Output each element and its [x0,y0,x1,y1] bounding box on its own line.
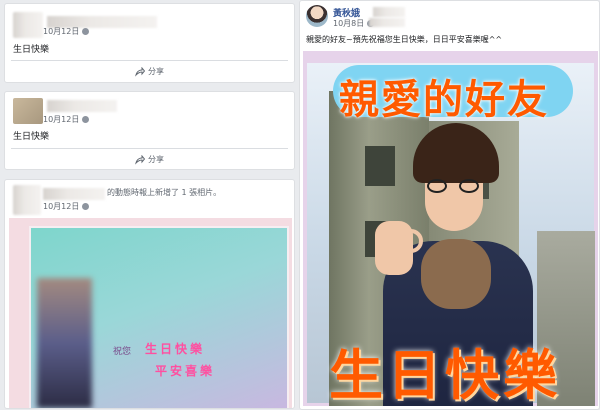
share-icon [135,154,145,165]
post-card-2: 10月12日 生日快樂 分享 [4,91,295,170]
post-text: 親愛的好友~預先祝福您生日快樂，日日平安喜樂喔^^ [306,35,503,44]
globe-icon [82,203,90,210]
tower-window [365,146,395,186]
footer-greeting: 生日快樂 [329,344,561,406]
post-card-3: 的動態時報上新增了 1 張相片。 10月12日 祝您 生日快樂 平安喜樂 [4,179,295,409]
post-photo[interactable]: 親愛的好友 生日快樂 [303,51,598,406]
share-button[interactable]: 分享 [135,154,164,165]
post-text: 生日快樂 [13,45,50,55]
author-name[interactable] [47,100,117,112]
post-card-1: 10月12日 生日快樂 分享 [4,3,295,83]
divider [11,148,288,149]
avatar[interactable] [13,12,43,38]
person-photo-blurred [37,278,92,408]
scarf [421,239,491,309]
headline-text: 親愛的好友 [339,77,549,123]
post-date[interactable]: 10月12日 [43,114,90,125]
avatar[interactable] [13,185,41,215]
card-greeting: 祝您 [113,347,132,357]
card-greeting-line1: 生日快樂 [145,342,206,356]
header-blur [369,18,405,27]
featured-post-card: 黃秋娥 10月8日 親愛的好友~預先祝福您生日快樂，日日平安喜樂喔^^ 親愛的好… [299,0,600,410]
card-greeting-line2: 平安喜樂 [155,364,216,378]
avatar[interactable] [13,98,43,124]
share-label: 分享 [148,155,164,164]
share-icon [135,66,145,77]
glasses [427,179,479,193]
post-date[interactable]: 10月12日 [43,26,90,37]
post-header-text: 的動態時報上新增了 1 張相片。 [107,188,222,197]
share-button[interactable]: 分享 [135,66,164,77]
post-photo[interactable]: 祝您 生日快樂 平安喜樂 [9,218,292,408]
globe-icon [82,28,90,35]
avatar[interactable] [306,5,328,27]
globe-icon [82,116,90,123]
author-name[interactable] [43,188,105,200]
author-name-extra-blur [373,7,405,17]
post-date[interactable]: 10月12日 [43,201,90,212]
share-label: 分享 [148,67,164,76]
post-text: 生日快樂 [13,132,50,142]
divider [11,60,288,61]
ok-hand-ring [399,229,423,253]
